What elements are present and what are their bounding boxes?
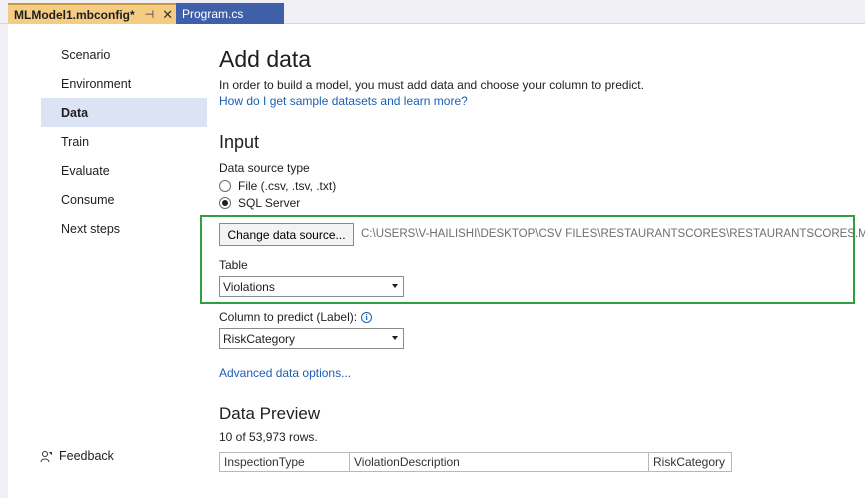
column-header[interactable]: InspectionType	[220, 453, 350, 471]
data-source-path: C:\USERS\V-HAILISHI\DESKTOP\CSV FILES\RE…	[361, 228, 865, 240]
sidebar-item-label: Data	[61, 105, 89, 120]
pin-icon[interactable]: ⊣	[145, 8, 155, 21]
sidebar-item-next-steps[interactable]: Next steps	[41, 214, 207, 243]
column-to-predict-label: Column to predict (Label): i	[219, 310, 373, 324]
page-title: Add data	[219, 46, 312, 72]
info-icon[interactable]: i	[361, 312, 373, 324]
sidebar-item-consume[interactable]: Consume	[41, 185, 207, 214]
data-preview-grid: InspectionType ViolationDescription Risk…	[219, 452, 732, 472]
sample-datasets-link[interactable]: How do I get sample datasets and learn m…	[219, 94, 468, 108]
tab-program-cs[interactable]: Program.cs	[176, 3, 284, 24]
document-tab-bar: MLModel1.mbconfig* ⊣ ✕ Program.cs	[0, 0, 865, 24]
radio-label: File (.csv, .tsv, .txt)	[238, 179, 337, 193]
sidebar-item-scenario[interactable]: Scenario	[41, 40, 207, 69]
feedback-link[interactable]: Feedback	[40, 449, 114, 463]
sidebar-item-label: Train	[61, 134, 90, 149]
feedback-icon	[40, 450, 52, 462]
radio-sql-server[interactable]: SQL Server	[219, 196, 300, 210]
left-gutter	[0, 24, 8, 498]
sidebar-item-label: Scenario	[61, 47, 111, 62]
step-sidebar: Scenario Environment Data Train Evaluate…	[41, 40, 207, 243]
column-header[interactable]: ViolationDescription	[350, 453, 649, 471]
radio-button[interactable]	[219, 180, 231, 192]
radio-file[interactable]: File (.csv, .tsv, .txt)	[219, 179, 336, 193]
data-source-type-label: Data source type	[219, 161, 310, 175]
data-preview-heading: Data Preview	[219, 404, 321, 423]
radio-button-selected[interactable]	[219, 197, 231, 209]
change-data-source-button[interactable]: Change data source...	[219, 223, 354, 246]
table-label: Table	[219, 258, 248, 272]
sidebar-item-label: Environment	[61, 76, 132, 91]
table-select-value: Violations	[223, 279, 275, 294]
column-label-text: Column to predict (Label):	[219, 310, 358, 324]
sidebar-item-data[interactable]: Data	[41, 98, 207, 127]
column-select-value: RiskCategory	[223, 331, 296, 346]
tab-label: MLModel1.mbconfig*	[14, 7, 135, 22]
table-select[interactable]: Violations	[219, 276, 404, 297]
sidebar-item-label: Evaluate	[61, 163, 110, 178]
advanced-data-options-link[interactable]: Advanced data options...	[219, 366, 351, 380]
column-select[interactable]: RiskCategory	[219, 328, 404, 349]
column-header[interactable]: RiskCategory	[649, 453, 731, 471]
row-count-text: 10 of 53,973 rows.	[219, 430, 318, 444]
sidebar-item-evaluate[interactable]: Evaluate	[41, 156, 207, 185]
sidebar-item-environment[interactable]: Environment	[41, 69, 207, 98]
radio-label: SQL Server	[238, 196, 301, 210]
tab-label: Program.cs	[182, 6, 244, 21]
feedback-label: Feedback	[59, 449, 114, 463]
input-heading: Input	[219, 132, 260, 152]
intro-text: In order to build a model, you must add …	[219, 78, 644, 92]
sidebar-item-label: Consume	[61, 192, 115, 207]
chevron-down-icon	[392, 336, 398, 340]
close-icon[interactable]: ✕	[162, 7, 173, 23]
chevron-down-icon	[392, 284, 398, 288]
tab-mlmodel-config[interactable]: MLModel1.mbconfig* ⊣ ✕	[8, 3, 176, 24]
sidebar-item-label: Next steps	[61, 221, 121, 236]
sidebar-item-train[interactable]: Train	[41, 127, 207, 156]
